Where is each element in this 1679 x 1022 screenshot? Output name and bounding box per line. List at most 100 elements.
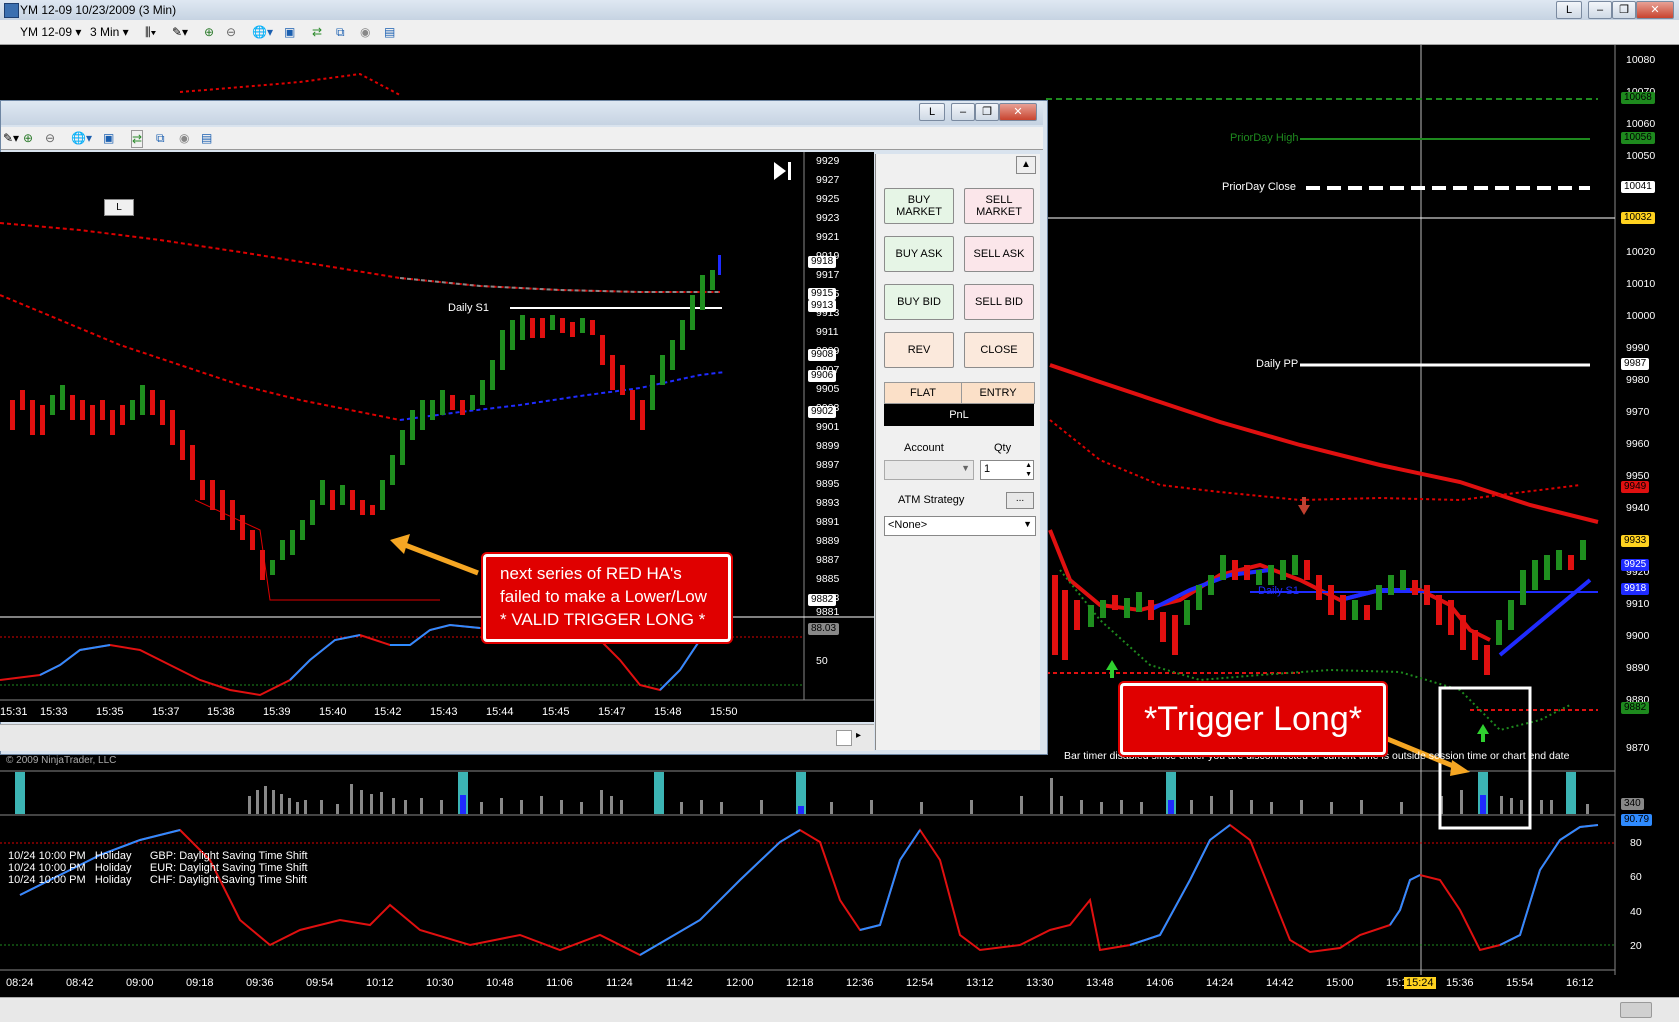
popup-close-button[interactable]: ✕ (999, 103, 1037, 121)
zoom-in-icon[interactable]: ⊕ (204, 24, 214, 40)
zoom-out-icon[interactable]: ⊖ (226, 24, 236, 40)
price-tick: 9990 (1626, 342, 1650, 354)
popup-indicators-icon[interactable]: ⇄ (131, 130, 144, 148)
popup-zoom-out-icon[interactable]: ⊖ (45, 130, 55, 146)
link-button[interactable]: L (1556, 1, 1582, 19)
price-tick: 9910 (1626, 598, 1650, 610)
horizontal-scrollbar[interactable] (0, 997, 1679, 1022)
popup-price-tick: 9925 (816, 193, 840, 205)
atm-options-button[interactable]: ... (1006, 492, 1034, 509)
buy-bid-button[interactable]: BUY BID (884, 284, 954, 320)
time-tick: 10:30 (426, 977, 454, 989)
price-tick: 10080 (1626, 54, 1656, 66)
popup-price-tick: 9889 (816, 535, 840, 547)
popup-clock-icon[interactable]: ◉ (179, 130, 189, 146)
popup-time-tick: 15:45 (542, 706, 570, 718)
popup-draw-icon[interactable]: ✎▾ (3, 130, 19, 146)
time-tick: 08:24 (6, 977, 34, 989)
news-row: 10/24 10:00 PM Holiday EUR: Daylight Sav… (8, 862, 308, 874)
scrollbar-thumb[interactable] (1620, 1002, 1652, 1018)
indicators-icon[interactable]: ⇄ (312, 24, 322, 40)
interval-selector[interactable]: 3 Min ▾ (90, 24, 129, 40)
sell-bid-button[interactable]: SELL BID (964, 284, 1034, 320)
price-tick: 10000 (1626, 310, 1656, 322)
drawing-tool-icon[interactable]: ✎▾ (172, 24, 188, 40)
osc-tick: 40 (1630, 906, 1642, 918)
popup-scroll-right-icon[interactable]: ▸ (856, 730, 861, 741)
popup-data-box-icon[interactable]: ▤ (201, 130, 212, 146)
qty-value: 1 (984, 463, 991, 475)
time-axis: 08:24 08:42 09:00 09:18 09:36 09:54 10:1… (0, 977, 1615, 993)
popup-title-bar (1, 101, 1043, 125)
popup-minimize-button[interactable]: – (951, 103, 975, 121)
maximize-button[interactable]: ❐ (1612, 1, 1636, 19)
panel-collapse-button[interactable]: ▲ (1016, 156, 1036, 174)
price-tag-9933: 9933 (1621, 535, 1650, 547)
globe-icon[interactable]: 🌐▾ (252, 24, 273, 40)
data-box-icon[interactable]: ▤ (384, 24, 395, 40)
instrument-selector[interactable]: YM 12-09 ▾ (20, 24, 81, 40)
close-position-button[interactable]: CLOSE (964, 332, 1034, 368)
popup-zoom-in-icon[interactable]: ⊕ (23, 130, 33, 146)
sell-market-button[interactable]: SELL MARKET (964, 188, 1034, 224)
popup-globe-icon[interactable]: 🌐▾ (71, 130, 92, 146)
sell-ask-button[interactable]: SELL ASK (964, 236, 1034, 272)
time-tick: 16:12 (1566, 977, 1594, 989)
popup-maximize-button[interactable]: ❐ (975, 103, 999, 121)
news-date: 10/24 10:00 PM (8, 850, 86, 862)
clock-icon[interactable]: ◉ (360, 24, 370, 40)
stepper-icon[interactable]: ▲ ▼ (1025, 461, 1032, 479)
popup-price-tick: 9905 (816, 383, 840, 395)
popup-osc-tick: 50 (816, 655, 828, 667)
time-tick: 10:48 (486, 977, 514, 989)
popup-properties-icon[interactable]: ▣ (103, 130, 114, 146)
properties-icon[interactable]: ▣ (284, 24, 295, 40)
popup-scroll-thumb[interactable] (836, 730, 852, 746)
strategies-icon[interactable]: ⧉ (336, 24, 345, 40)
popup-chart[interactable] (0, 152, 874, 722)
popup-price-tick: 9901 (816, 421, 840, 433)
popup-price-tick: 9895 (816, 478, 840, 490)
buy-market-button[interactable]: BUY MARKET (884, 188, 954, 224)
rev-button[interactable]: REV (884, 332, 954, 368)
news-row: 10/24 10:00 PM Holiday CHF: Daylight Sav… (8, 874, 308, 886)
popup-time-tick: 15:33 (40, 706, 68, 718)
popup-price-tag: 9902 (808, 406, 837, 418)
price-tag-10032: 10032 (1621, 212, 1655, 224)
price-tick: 9900 (1626, 630, 1650, 642)
popup-toolbar: ✎▾ ⊕ ⊖ 🌐▾ ▣ ⇄ ⧉ ◉ ▤ (1, 127, 1043, 150)
buy-ask-button[interactable]: BUY ASK (884, 236, 954, 272)
annotation-line: next series of RED HA's (500, 564, 682, 583)
minimize-button[interactable]: – (1588, 1, 1612, 19)
qty-input[interactable]: 1 ▲ ▼ (980, 460, 1034, 480)
popup-scrollbar[interactable]: ▸ (0, 724, 874, 751)
popup-link-button[interactable]: L (919, 103, 945, 121)
time-tick: 14:24 (1206, 977, 1234, 989)
popup-price-tag: 9915 (808, 288, 837, 300)
volume-tag: 340 (1621, 798, 1644, 810)
price-tag-9987: 9987 (1621, 358, 1650, 370)
chart-link-button[interactable]: L (104, 199, 134, 216)
bar-type-icon[interactable]: ⫼▾ (145, 24, 156, 40)
news-date: 10/24 10:00 PM (8, 862, 86, 874)
time-tick: 15:36 (1446, 977, 1474, 989)
news-text: CHF: Daylight Saving Time Shift (149, 874, 307, 886)
atm-strategy-select[interactable]: <None> ▼ (884, 516, 1036, 536)
popup-time-tick: 15:44 (486, 706, 514, 718)
time-tick: 11:06 (546, 977, 573, 989)
price-tag-10056: 10056 (1621, 132, 1655, 144)
window-title: YM 12-09 10/23/2009 (3 Min) (20, 3, 177, 17)
popup-price-tick: 9887 (816, 554, 840, 566)
price-tag-9918: 9918 (1621, 583, 1650, 595)
time-tick: 09:36 (246, 977, 274, 989)
news-type: Holiday (94, 862, 132, 874)
account-select[interactable]: ▼ (884, 460, 974, 480)
price-tag-9949: 9949 (1621, 481, 1650, 493)
popup-strategies-icon[interactable]: ⧉ (156, 130, 165, 146)
news-text: GBP: Daylight Saving Time Shift (149, 850, 308, 862)
entry-status: ENTRY (961, 382, 1035, 404)
close-button[interactable]: ✕ (1636, 1, 1674, 19)
cursor-time-tag: 15:24 (1404, 977, 1436, 989)
time-tick: 13:48 (1086, 977, 1114, 989)
price-tick: 9870 (1626, 742, 1650, 754)
